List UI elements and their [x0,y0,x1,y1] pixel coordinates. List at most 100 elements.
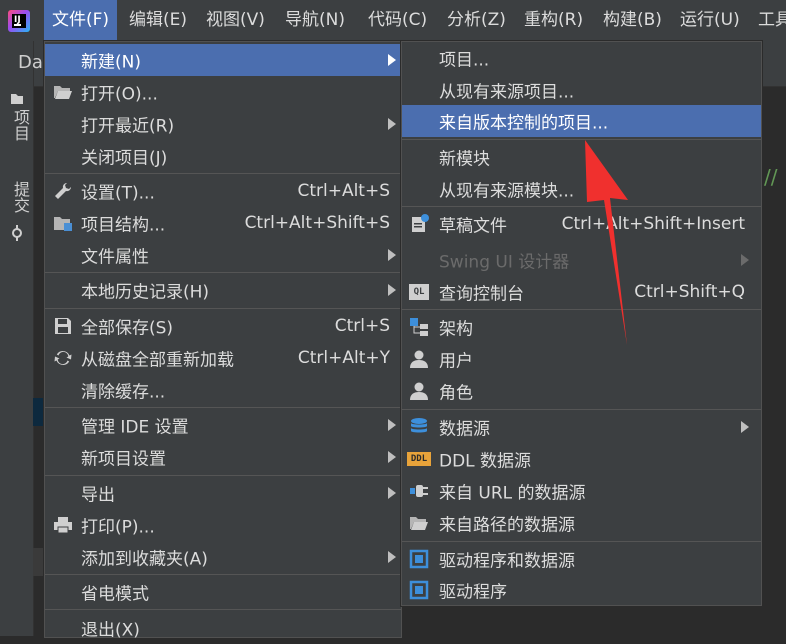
menu-item-project-from-vcs[interactable]: 来自版本控制的项目... [402,105,761,137]
menu-bar: IJ 文件(F) 编辑(E) 视图(V) 导航(N) 代码(C) 分析(Z) 重… [0,0,786,42]
menu-item-shortcut: Ctrl+Alt+Y [297,348,390,368]
menu-item-reload-all[interactable]: 从磁盘全部重新加载 Ctrl+Alt+Y [45,342,401,374]
submenu-arrow-icon [741,254,749,266]
menu-item-label: Swing UI 设计器 [439,252,570,273]
menu-code[interactable]: 代码(C) [360,0,435,41]
menu-edit[interactable]: 编辑(E) [121,0,195,41]
menu-run[interactable]: 运行(U) [672,0,748,41]
menu-item-scratch-file[interactable]: 草稿文件 Ctrl+Alt+Shift+Insert [402,208,761,240]
printer-icon [54,517,72,534]
menu-item-power-save-mode[interactable]: 省电模式 [45,576,401,608]
menu-item-label: 项目... [439,50,490,71]
menu-separator [402,206,761,207]
menu-separator [45,407,401,408]
menu-item-new-module[interactable]: 新模块 [402,141,761,173]
menu-tools[interactable]: 工具 [750,0,786,41]
menu-item-drivers-and-data-sources[interactable]: 驱动程序和数据源 [402,543,761,575]
submenu-arrow-icon [388,551,396,563]
submenu-arrow-icon [388,487,396,499]
menu-item-label: 添加到收藏夹(A) [81,549,208,570]
menu-item-ddl-data-source[interactable]: DDL DDL 数据源 [402,443,761,475]
menu-item-exit[interactable]: 退出(X) [45,612,401,644]
menu-item-label: 从磁盘全部重新加载 [81,350,234,371]
commit-icon [12,225,22,241]
menu-item-shortcut: Ctrl+S [334,316,390,336]
menu-item-manage-ide-settings[interactable]: 管理 IDE 设置 [45,409,401,441]
schema-icon [410,318,428,336]
menu-build[interactable]: 构建(B) [595,0,670,41]
menu-file[interactable]: 文件(F) [44,0,118,41]
menu-separator [45,308,401,309]
menu-item-label: 管理 IDE 设置 [81,417,189,438]
submenu-arrow-icon [388,419,396,431]
wrench-icon [55,182,72,199]
menu-item-url-data-source[interactable]: 来自 URL 的数据源 [402,475,761,507]
menu-item-label: 本地历史记录(H) [81,282,210,303]
menu-item-label: 来自 URL 的数据源 [439,483,586,504]
menu-item-label: 草稿文件 [439,216,507,237]
menu-item-module-from-existing[interactable]: 从现有来源模块... [402,173,761,205]
submenu-arrow-icon [388,284,396,296]
menu-item-label: 文件属性 [81,247,149,268]
menu-item-local-history[interactable]: 本地历史记录(H) [45,274,401,306]
menu-item-new[interactable]: 新建(N) [45,44,401,76]
menu-item-shortcut: Ctrl+Shift+Q [634,282,745,302]
code-comment: // [764,165,778,189]
menu-item-close-project[interactable]: 关闭项目(J) [45,140,401,172]
menu-item-project-from-existing[interactable]: 从现有来源项目... [402,74,761,106]
menu-item-file-properties[interactable]: 文件属性 [45,239,401,271]
menu-analyze[interactable]: 分析(Z) [439,0,514,41]
menu-item-new-project[interactable]: 项目... [402,42,761,74]
menu-item-invalidate-caches[interactable]: 清除缓存... [45,374,401,406]
menu-item-print[interactable]: 打印(P)... [45,509,401,541]
menu-item-add-to-favorites[interactable]: 添加到收藏夹(A) [45,541,401,573]
user-icon [410,350,428,368]
menu-item-label: 驱动程序 [439,582,507,603]
submenu-arrow-icon [388,249,396,261]
menu-item-shortcut: Ctrl+Alt+Shift+Insert [561,214,745,234]
menu-item-open-recent[interactable]: 打开最近(R) [45,108,401,140]
menu-item-label: 查询控制台 [439,284,524,305]
editor-gutter-highlight [33,398,43,426]
menu-separator [45,272,401,273]
menu-item-new-project-settings[interactable]: 新项目设置 [45,441,401,473]
folder-icon [11,94,23,104]
menu-item-label: 省电模式 [81,584,149,605]
menu-item-swing-ui-designer[interactable]: Swing UI 设计器 [402,244,761,276]
menu-item-label: 来自路径的数据源 [439,515,575,536]
menu-item-label: 新模块 [439,149,490,170]
ddl-icon: DDL [407,452,431,466]
menu-item-label: 退出(X) [81,620,140,641]
menu-item-save-all[interactable]: 全部保存(S) Ctrl+S [45,310,401,342]
menu-item-role[interactable]: 角色 [402,375,761,407]
menu-separator [402,139,761,140]
menu-item-label: 从现有来源模块... [439,181,575,202]
menu-item-label: 打开最近(R) [81,116,175,137]
menu-item-project-structure[interactable]: 项目结构... Ctrl+Alt+Shift+S [45,207,401,239]
menu-item-path-data-source[interactable]: 来自路径的数据源 [402,507,761,539]
database-icon [411,418,427,433]
menu-item-drivers[interactable]: 驱动程序 [402,574,761,606]
menu-item-label: 项目结构... [81,215,166,236]
save-icon [55,318,71,334]
url-datasource-icon [410,485,428,497]
menu-item-export[interactable]: 导出 [45,477,401,509]
menu-item-label: 用户 [439,351,473,372]
menu-item-label: 数据源 [439,419,490,440]
project-structure-icon [54,217,72,231]
menu-view[interactable]: 视图(V) [198,0,273,41]
breadcrumb[interactable]: Da [18,52,43,73]
menu-separator [402,541,761,542]
menu-item-label: 打印(P)... [81,517,155,538]
driver-icon [409,549,429,569]
menu-item-data-source[interactable]: 数据源 [402,411,761,443]
menu-item-user[interactable]: 用户 [402,343,761,375]
menu-refactor[interactable]: 重构(R) [516,0,591,41]
tab-commit[interactable]: 提交 [0,181,33,261]
menu-item-settings[interactable]: 设置(T)... Ctrl+Alt+S [45,175,401,207]
menu-item-query-console[interactable]: QL 查询控制台 Ctrl+Shift+Q [402,276,761,308]
driver-icon [409,580,429,600]
menu-item-open[interactable]: 打开(O)... [45,76,401,108]
menu-navigate[interactable]: 导航(N) [277,0,353,41]
menu-item-schema[interactable]: 架构 [402,311,761,343]
